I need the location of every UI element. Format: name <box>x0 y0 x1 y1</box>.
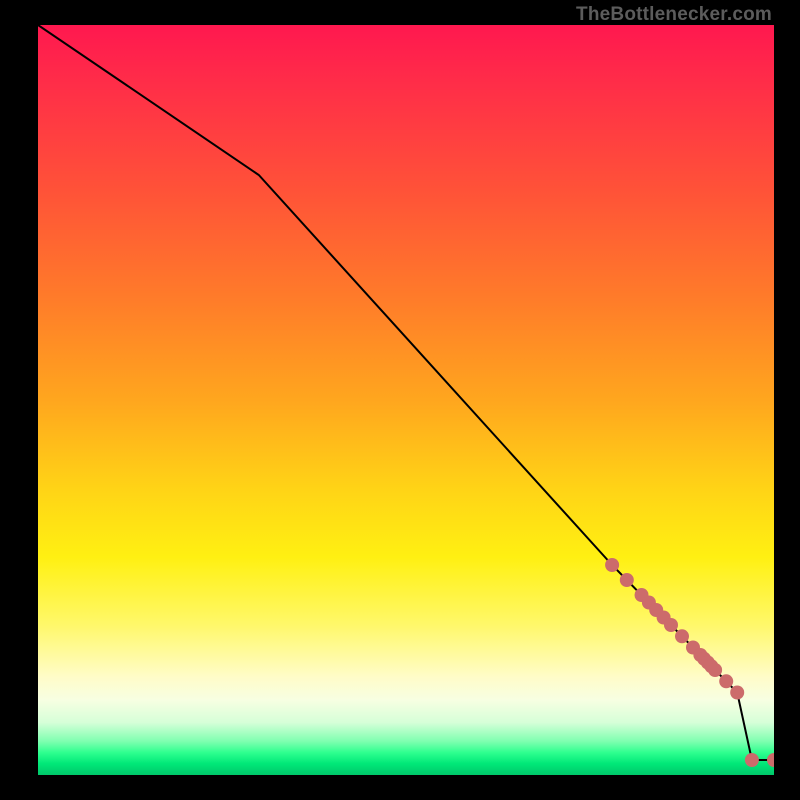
chart-frame: TheBottlenecker.com <box>0 0 800 800</box>
data-point <box>708 663 722 677</box>
data-point <box>730 686 744 700</box>
plot-area <box>38 25 774 775</box>
data-point <box>767 753 774 767</box>
attribution-label: TheBottlenecker.com <box>576 4 772 26</box>
data-point <box>675 629 689 643</box>
chart-svg <box>38 25 774 775</box>
series-markers <box>605 558 774 767</box>
data-point <box>620 573 634 587</box>
data-point <box>605 558 619 572</box>
data-point <box>719 674 733 688</box>
data-point <box>745 753 759 767</box>
data-point <box>664 618 678 632</box>
series-line <box>38 25 774 760</box>
